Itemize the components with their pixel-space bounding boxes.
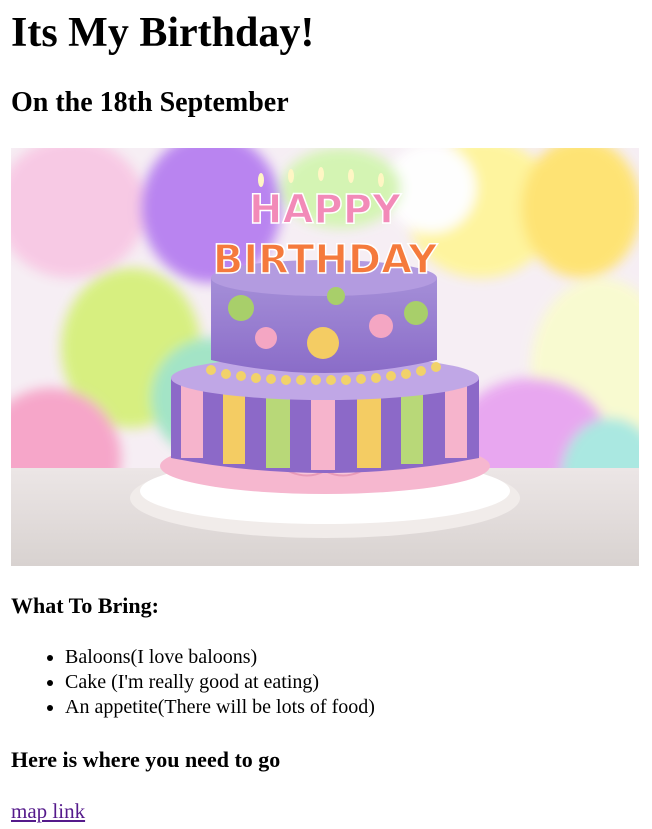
map-link[interactable]: map link: [11, 797, 85, 825]
directions-heading: Here is where you need to go: [11, 747, 281, 772]
page-subtitle: On the 18th September: [11, 87, 289, 118]
page-title: Its My Birthday!: [11, 10, 315, 56]
birthday-cake-image: HAPPY BIRTHDAY: [11, 148, 639, 566]
list-item: Cake (I'm really good at eating): [65, 670, 625, 695]
what-to-bring-heading: What To Bring:: [11, 593, 159, 618]
happy-candle-text: HAPPY: [249, 187, 402, 233]
list-item: An appetite(There will be lots of food): [65, 695, 625, 720]
bring-list: Baloons(I love baloons) Cake (I'm really…: [11, 645, 625, 720]
birthday-candle-text: BIRTHDAY: [213, 237, 438, 283]
list-item: Baloons(I love baloons): [65, 645, 625, 670]
